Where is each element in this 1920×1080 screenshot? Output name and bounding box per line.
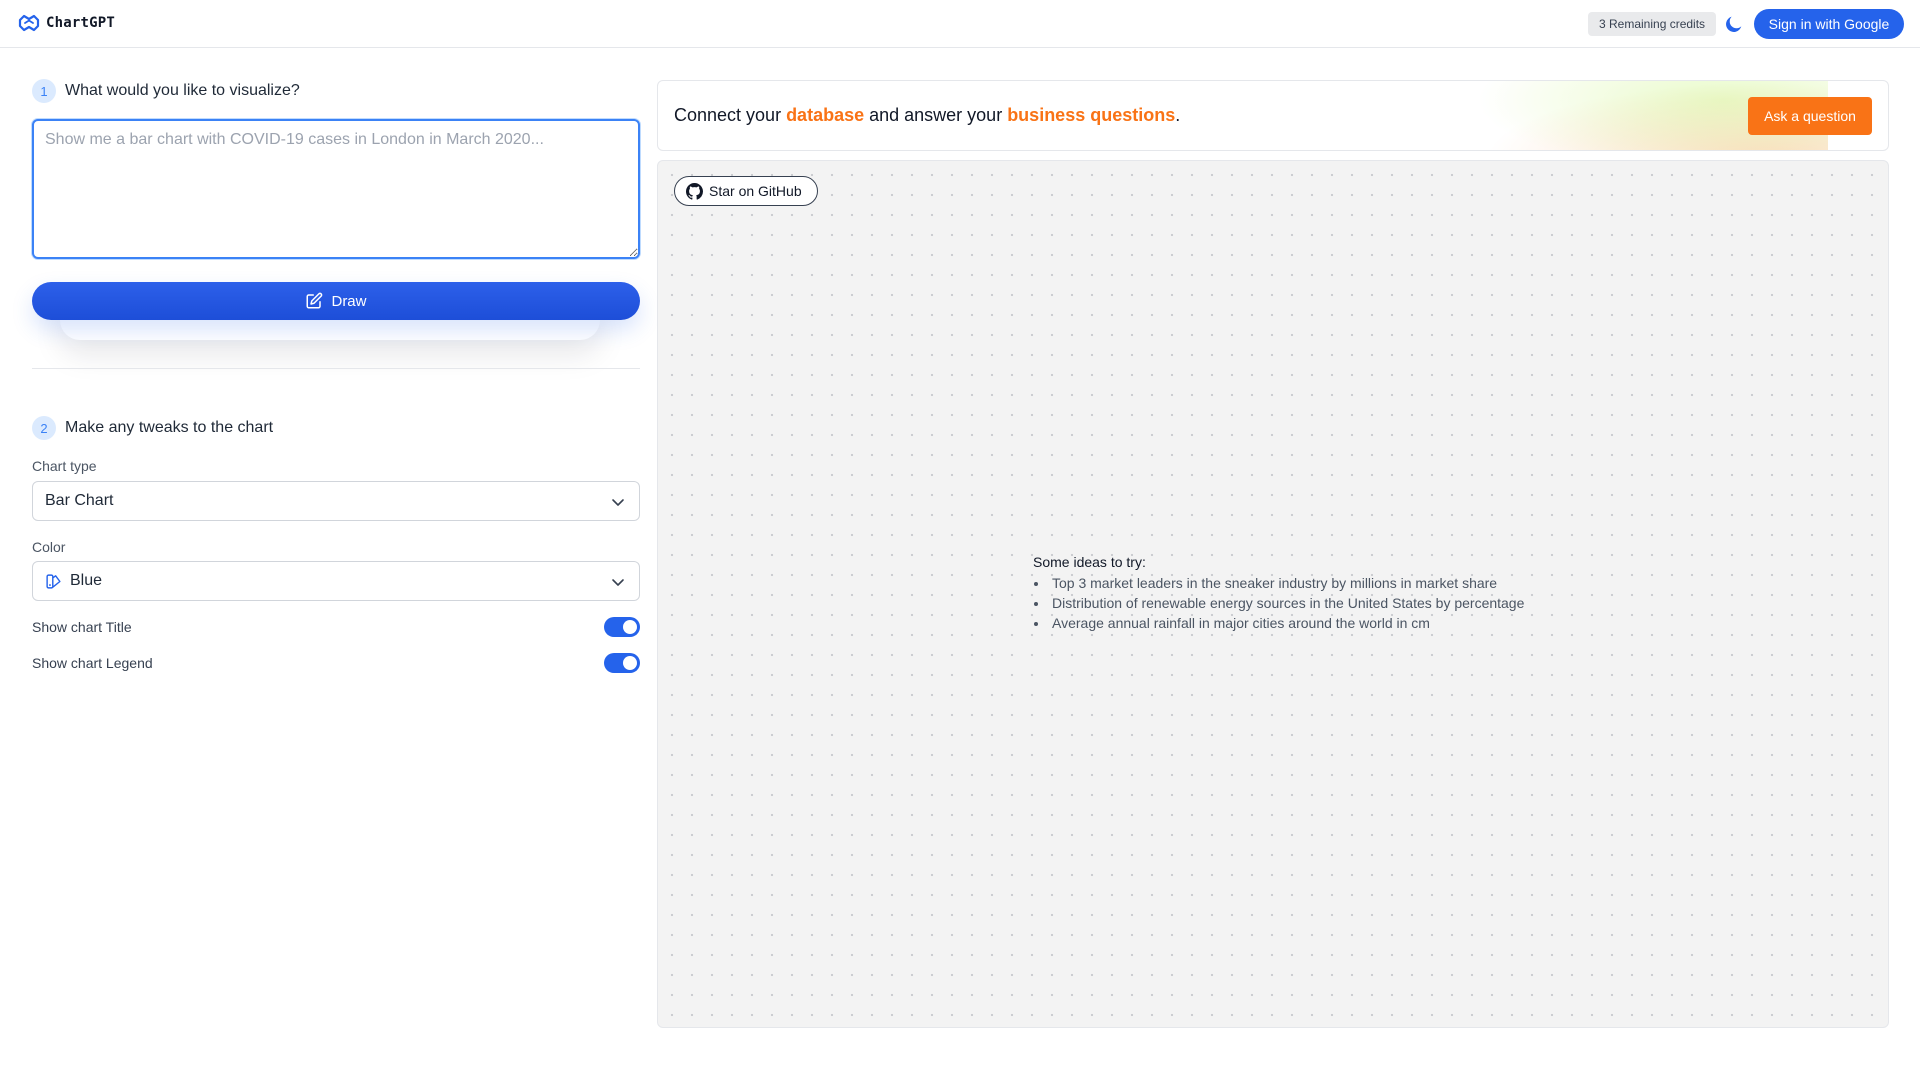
edit-icon bbox=[306, 292, 323, 309]
logo[interactable]: ChartGPT bbox=[17, 14, 115, 32]
database-banner: Connect your database and answer your bu… bbox=[657, 80, 1889, 151]
show-legend-toggle[interactable] bbox=[604, 653, 640, 673]
step-2-number: 2 bbox=[32, 416, 56, 440]
step-1-number: 1 bbox=[32, 79, 56, 103]
idea-item[interactable]: Distribution of renewable energy sources… bbox=[1033, 593, 1524, 613]
banner-text: Connect your database and answer your bu… bbox=[674, 105, 1180, 126]
chart-type-value: Bar Chart bbox=[45, 492, 114, 509]
show-title-toggle[interactable] bbox=[604, 617, 640, 637]
ideas-title: Some ideas to try: bbox=[1033, 554, 1146, 570]
toggle-knob bbox=[623, 656, 637, 670]
draw-button[interactable]: Draw bbox=[32, 282, 640, 320]
color-label: Color bbox=[32, 539, 66, 555]
star-github-button[interactable]: Star on GitHub bbox=[674, 176, 818, 206]
chevron-down-icon bbox=[612, 499, 624, 506]
color-select[interactable]: Blue bbox=[32, 561, 640, 601]
section-divider bbox=[32, 368, 640, 369]
top-bar: ChartGPT 3 Remaining credits Sign in wit… bbox=[0, 0, 1920, 48]
ideas-list: Top 3 market leaders in the sneaker indu… bbox=[1033, 573, 1524, 633]
ask-question-button[interactable]: Ask a question bbox=[1748, 97, 1872, 135]
idea-item[interactable]: Average annual rainfall in major cities … bbox=[1033, 613, 1524, 633]
step-1-title: What would you like to visualize? bbox=[65, 82, 300, 99]
credits-badge: 3 Remaining credits bbox=[1588, 12, 1717, 36]
step-2-title: Make any tweaks to the chart bbox=[65, 419, 274, 436]
logo-text: ChartGPT bbox=[46, 15, 116, 31]
chart-canvas: Star on GitHub Some ideas to try: Top 3 … bbox=[657, 160, 1889, 1028]
banner-text-part: Connect your bbox=[674, 105, 787, 125]
chevron-down-icon bbox=[612, 579, 624, 586]
idea-item[interactable]: Top 3 market leaders in the sneaker indu… bbox=[1033, 573, 1524, 593]
chartgpt-logo-icon bbox=[18, 14, 40, 32]
show-legend-label: Show chart Legend bbox=[32, 655, 153, 671]
ideas-panel: Some ideas to try: Top 3 market leaders … bbox=[1033, 554, 1524, 633]
chart-type-label: Chart type bbox=[32, 458, 97, 474]
step-2-heading: 2 Make any tweaks to the chart bbox=[32, 416, 273, 440]
prompt-input[interactable] bbox=[32, 119, 640, 259]
star-github-label: Star on GitHub bbox=[709, 183, 802, 199]
show-title-label: Show chart Title bbox=[32, 619, 132, 635]
banner-text-part: . bbox=[1175, 105, 1181, 125]
github-icon bbox=[686, 182, 703, 200]
banner-highlight-database: database bbox=[786, 105, 865, 125]
draw-button-label: Draw bbox=[331, 292, 367, 310]
chart-type-select[interactable]: Bar Chart bbox=[32, 481, 640, 521]
show-title-row: Show chart Title bbox=[32, 616, 640, 638]
palette-icon bbox=[46, 573, 61, 589]
color-value: Blue bbox=[70, 572, 103, 589]
banner-text-part: and answer your bbox=[864, 105, 1008, 125]
sign-in-google-button[interactable]: Sign in with Google bbox=[1754, 9, 1904, 39]
show-legend-row: Show chart Legend bbox=[32, 652, 640, 674]
step-1-heading: 1 What would you like to visualize? bbox=[32, 79, 300, 103]
toggle-knob bbox=[623, 620, 637, 634]
banner-highlight-business-questions: business questions bbox=[1007, 105, 1176, 125]
moon-icon[interactable] bbox=[1723, 13, 1745, 35]
